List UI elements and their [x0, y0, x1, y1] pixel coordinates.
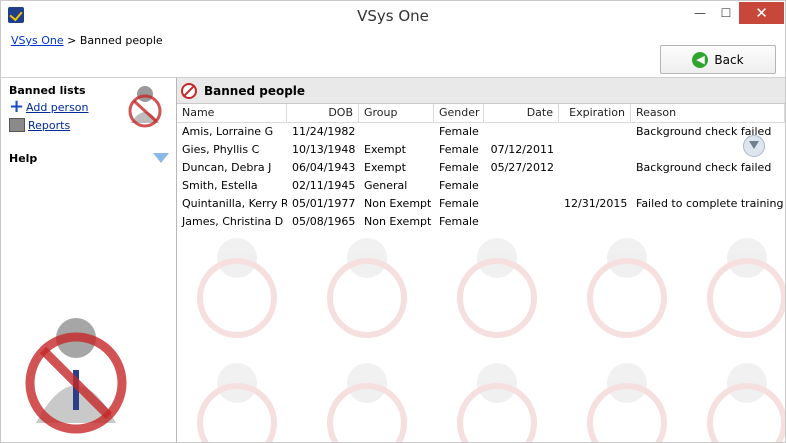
cell-name: Gies, Phyllis C — [182, 143, 260, 156]
table-row[interactable]: Quintanilla, Kerry R 05/01/1977 Non Exem… — [177, 195, 785, 213]
cell-group: Exempt — [364, 161, 406, 174]
cell-expiration — [559, 123, 631, 141]
breadcrumb-home-link[interactable]: VSys One — [11, 34, 64, 47]
column-header-dob[interactable]: DOB — [287, 104, 359, 122]
maximize-button[interactable]: ☐ — [713, 2, 739, 24]
banned-icon — [181, 82, 197, 99]
cell-date — [484, 123, 559, 141]
breadcrumb: VSys One > Banned people — [11, 34, 163, 47]
cell-expiration: 12/31/2015 — [564, 197, 628, 210]
plus-icon: + — [9, 96, 25, 117]
banned-person-icon — [125, 83, 165, 129]
filter-icon[interactable] — [743, 135, 765, 157]
cell-dob: 05/08/1965 — [292, 215, 356, 228]
add-person-link[interactable]: Add person — [26, 101, 89, 114]
cell-gender: Female — [439, 143, 479, 156]
breadcrumb-separator: > — [67, 34, 77, 47]
cell-date — [484, 213, 559, 231]
banned-people-table: Name DOB Group Gender Date Expiration Re… — [177, 104, 785, 231]
column-header-date[interactable]: Date — [484, 104, 559, 122]
cell-name: James, Christina D — [182, 215, 284, 228]
cell-expiration — [559, 159, 631, 177]
sidebar-item-add-person[interactable]: + Add person — [9, 96, 89, 117]
cell-gender: Female — [439, 161, 479, 174]
cell-expiration — [559, 213, 631, 231]
cell-name: Duncan, Debra J — [182, 161, 272, 174]
content-header: Banned people — [177, 78, 785, 104]
reports-link[interactable]: Reports — [28, 119, 70, 132]
column-header-reason[interactable]: Reason — [631, 104, 785, 122]
main-content: Banned people Name DOB Group Gender Date… — [177, 77, 785, 442]
cell-expiration — [559, 141, 631, 159]
cell-name: Amis, Lorraine G — [182, 125, 274, 138]
table-row[interactable]: Duncan, Debra J 06/04/1943 Exempt Female… — [177, 159, 785, 177]
page-title: Banned people — [204, 83, 306, 98]
cell-dob: 11/24/1982 — [292, 125, 356, 138]
cell-reason — [631, 213, 785, 231]
table-row[interactable]: Gies, Phyllis C 10/13/1948 Exempt Female… — [177, 141, 785, 159]
sidebar: Banned lists + Add person Reports Help — [1, 77, 177, 442]
column-header-name[interactable]: Name — [177, 104, 287, 122]
cell-gender: Female — [439, 125, 479, 138]
cell-expiration — [559, 177, 631, 195]
cell-gender: Female — [439, 179, 479, 192]
chevron-down-icon[interactable] — [153, 153, 169, 163]
cell-date — [484, 177, 559, 195]
cell-date: 07/12/2011 — [490, 143, 554, 156]
cell-name: Smith, Estella — [182, 179, 258, 192]
column-header-expiration[interactable]: Expiration — [559, 104, 631, 122]
cell-group: Non Exempt — [364, 197, 432, 210]
table-header-row: Name DOB Group Gender Date Expiration Re… — [177, 104, 785, 123]
cell-group — [359, 123, 434, 141]
cell-date — [484, 195, 559, 213]
back-button-label: Back — [714, 52, 744, 67]
table-row[interactable]: James, Christina D 05/08/1965 Non Exempt… — [177, 213, 785, 231]
back-arrow-icon: ◀ — [692, 51, 709, 68]
cell-date: 05/27/2012 — [490, 161, 554, 174]
cell-dob: 05/01/1977 — [292, 197, 356, 210]
cell-reason: Background check failed — [636, 161, 772, 174]
cell-group: Non Exempt — [364, 215, 432, 228]
cell-name: Quintanilla, Kerry R — [182, 197, 287, 210]
minimize-button[interactable]: — — [687, 2, 713, 24]
title-bar: VSys One — ☐ ✕ — [1, 1, 785, 31]
cell-dob: 10/13/1948 — [292, 143, 356, 156]
banned-person-large-icon — [21, 308, 131, 438]
table-row[interactable]: Amis, Lorraine G 11/24/1982 Female Backg… — [177, 123, 785, 141]
cell-group: General — [364, 179, 408, 192]
app-window: VSys One — ☐ ✕ VSys One > Banned people … — [0, 0, 786, 443]
column-header-group[interactable]: Group — [359, 104, 434, 122]
cell-gender: Female — [439, 197, 479, 210]
cell-reason: Failed to complete training — [636, 197, 784, 210]
cell-group: Exempt — [364, 143, 406, 156]
window-title: VSys One — [357, 7, 429, 25]
sidebar-item-reports[interactable]: Reports — [9, 118, 70, 132]
cell-dob: 06/04/1943 — [292, 161, 356, 174]
reports-icon — [9, 118, 25, 132]
back-button[interactable]: ◀ Back — [660, 45, 776, 74]
table-row[interactable]: Smith, Estella 02/11/1945 General Female — [177, 177, 785, 195]
sidebar-section-help: Help — [9, 152, 38, 165]
cell-dob: 02/11/1945 — [292, 179, 356, 192]
cell-reason — [631, 177, 785, 195]
cell-gender: Female — [439, 215, 479, 228]
breadcrumb-current: Banned people — [79, 34, 163, 47]
close-button[interactable]: ✕ — [739, 2, 784, 24]
column-header-gender[interactable]: Gender — [434, 104, 484, 122]
